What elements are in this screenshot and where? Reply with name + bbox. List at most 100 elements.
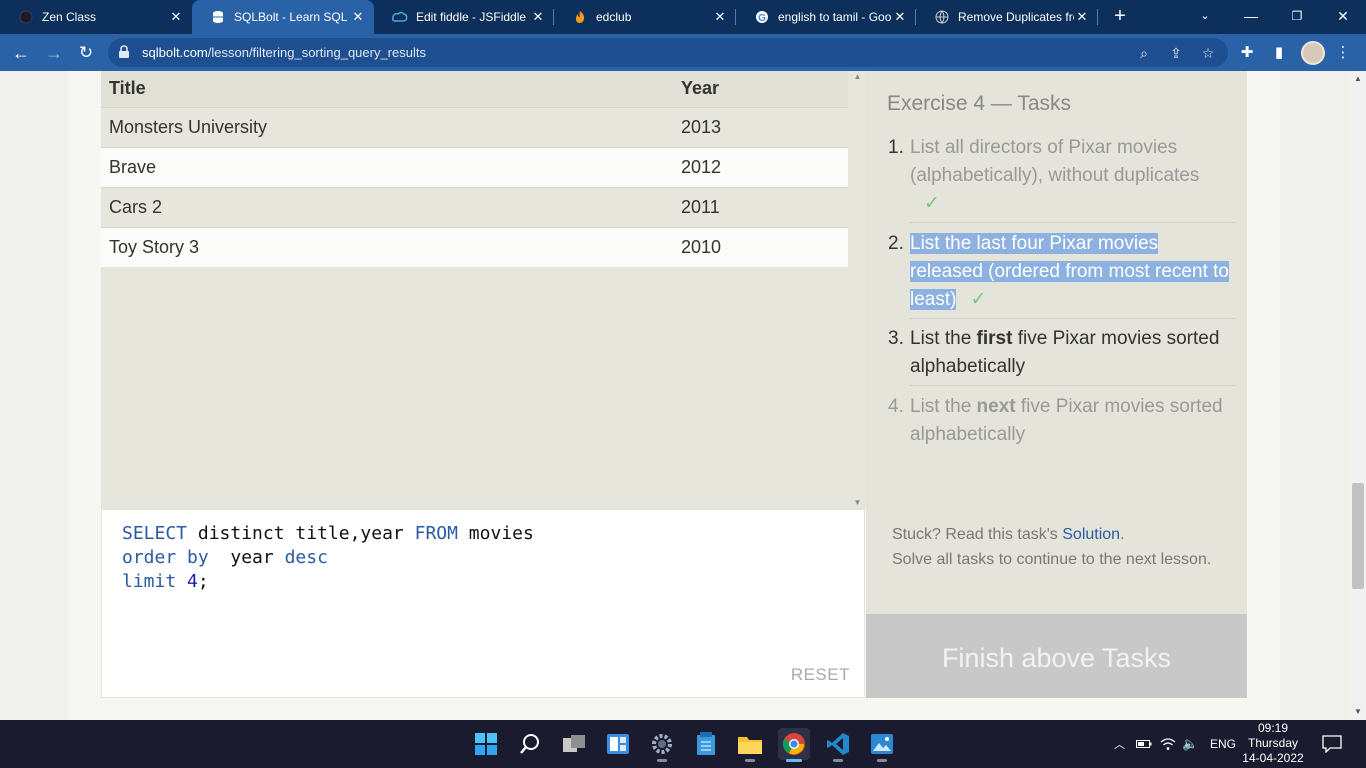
- database-icon: [210, 9, 226, 25]
- address-bar[interactable]: sqlbolt.com/lesson/filtering_sorting_que…: [108, 38, 1228, 67]
- task-item-4: 4. List the next five Pixar movies sorte…: [888, 393, 1236, 449]
- tab-jsfiddle[interactable]: Edit fiddle - JSFiddle - ✕: [374, 0, 554, 34]
- side-panel-icon[interactable]: ▮: [1268, 42, 1290, 64]
- table-header-row: Title Year: [101, 71, 848, 107]
- restore-icon[interactable]: ❐: [1274, 0, 1320, 34]
- settings-gear-icon[interactable]: [646, 728, 678, 762]
- scroll-up-arrow-icon[interactable]: ▲: [849, 71, 866, 83]
- sql-keyword: SELECT: [122, 523, 188, 544]
- scroll-down-arrow-icon[interactable]: ▼: [1350, 704, 1366, 720]
- battery-icon[interactable]: [1136, 720, 1152, 768]
- google-icon: G: [754, 9, 770, 25]
- notifications-icon[interactable]: [1322, 720, 1342, 768]
- back-arrow-icon[interactable]: ←: [8, 40, 34, 66]
- scroll-up-arrow-icon[interactable]: ▲: [1350, 71, 1366, 87]
- solution-link[interactable]: Solution: [1062, 526, 1120, 543]
- menu-kebab-icon[interactable]: ⋮: [1332, 42, 1354, 64]
- cell-title: Toy Story 3: [101, 226, 673, 267]
- url-text: sqlbolt.com/lesson/filtering_sorting_que…: [142, 45, 426, 60]
- tab-strip: Zen Class ✕ SQLBolt - Learn SQL - ✕ Edit…: [0, 0, 1366, 34]
- wifi-icon[interactable]: [1160, 720, 1176, 768]
- finish-tasks-button[interactable]: Finish above Tasks: [866, 614, 1247, 698]
- sql-keyword: limit: [122, 571, 177, 592]
- taskbar: ︿ 🔈 ENG 09:19 Thursday 14-04-2022: [0, 720, 1366, 768]
- chrome-icon[interactable]: [778, 728, 810, 762]
- task-number: 1.: [888, 137, 904, 158]
- new-tab-button[interactable]: +: [1108, 4, 1132, 28]
- close-icon[interactable]: ✕: [530, 9, 546, 25]
- close-icon[interactable]: ✕: [168, 9, 184, 25]
- page-scrollbar[interactable]: ▲ ▼: [1350, 71, 1366, 720]
- sql-editor[interactable]: SELECT distinct title,year FROM movies o…: [101, 509, 865, 698]
- minimize-icon[interactable]: —: [1228, 0, 1274, 34]
- page-viewport: Title Year Monsters University 2013 Brav…: [0, 71, 1350, 720]
- sql-text: distinct title,year: [187, 523, 415, 544]
- tab-remove-duplicates[interactable]: Remove Duplicates fro ✕: [916, 0, 1098, 34]
- cell-title: Brave: [101, 146, 673, 187]
- lock-icon: [119, 45, 129, 58]
- search-icon[interactable]: [514, 728, 546, 760]
- widgets-icon[interactable]: [602, 728, 634, 760]
- photos-icon[interactable]: [866, 728, 898, 762]
- tab-zen-class[interactable]: Zen Class ✕: [0, 0, 192, 34]
- task-text-bold: first: [976, 328, 1013, 349]
- tab-title: edclub: [596, 10, 632, 24]
- task-text: List all directors of Pixar movies (alph…: [910, 137, 1200, 186]
- zoom-icon[interactable]: ⌕: [1134, 43, 1154, 63]
- share-icon[interactable]: ⇪: [1166, 43, 1186, 63]
- extensions-puzzle-icon[interactable]: ✚: [1236, 42, 1258, 64]
- task-view-icon[interactable]: [558, 728, 590, 760]
- forward-arrow-icon[interactable]: →: [41, 40, 67, 66]
- vscode-icon[interactable]: [822, 728, 854, 762]
- check-icon: ✓: [924, 193, 940, 214]
- scroll-down-arrow-icon[interactable]: ▼: [849, 497, 866, 509]
- notepad-icon[interactable]: [690, 728, 722, 760]
- language-indicator[interactable]: ENG: [1210, 720, 1236, 768]
- sql-text: ;: [197, 571, 209, 592]
- running-indicator: [786, 759, 802, 762]
- task-text: List the: [910, 328, 977, 349]
- file-explorer-icon[interactable]: [734, 728, 766, 762]
- cell-year: 2012: [673, 146, 848, 187]
- tab-title: Remove Duplicates fro: [958, 10, 1074, 24]
- url-path: /lesson/filtering_sorting_query_results: [207, 45, 426, 60]
- task-item-3: 3. List the first five Pixar movies sort…: [888, 325, 1236, 381]
- tab-title: SQLBolt - Learn SQL -: [234, 10, 350, 24]
- sql-code[interactable]: SELECT distinct title,year FROM movies o…: [122, 522, 534, 594]
- tab-edclub[interactable]: edclub ✕: [554, 0, 736, 34]
- avatar[interactable]: [1301, 41, 1325, 65]
- edclub-icon: [572, 9, 588, 25]
- close-icon[interactable]: ✕: [892, 9, 908, 25]
- task-divider: [909, 222, 1236, 223]
- reload-icon[interactable]: ↻: [73, 40, 99, 66]
- stuck-hint: Stuck? Read this task's Solution. Solve …: [892, 522, 1232, 572]
- close-icon[interactable]: ✕: [712, 9, 728, 25]
- bookmark-star-icon[interactable]: ☆: [1198, 43, 1218, 63]
- scrollbar-thumb[interactable]: [1352, 483, 1364, 589]
- window-close-icon[interactable]: ✕: [1320, 0, 1366, 34]
- results-scrollbar[interactable]: ▲ ▼: [849, 71, 866, 509]
- results-table: Title Year Monsters University 2013 Brav…: [101, 71, 848, 267]
- windows-start-icon[interactable]: [470, 728, 502, 760]
- tab-search-chevron-icon[interactable]: ⌄: [1182, 0, 1228, 34]
- task-number: 3.: [888, 328, 904, 349]
- running-indicator: [833, 759, 843, 762]
- table-row: Cars 2 2011: [101, 186, 848, 227]
- cell-year: 2010: [673, 226, 848, 267]
- clock-date: 14-04-2022: [1242, 751, 1304, 765]
- close-icon[interactable]: ✕: [350, 9, 366, 25]
- column-header-title: Title: [101, 71, 673, 107]
- running-indicator: [877, 759, 887, 762]
- clock[interactable]: 09:19 Thursday 14-04-2022: [1238, 721, 1308, 766]
- task-number: 2.: [888, 233, 904, 254]
- volume-icon[interactable]: 🔈: [1182, 720, 1198, 768]
- tab-sqlbolt[interactable]: SQLBolt - Learn SQL - ✕: [192, 0, 374, 34]
- reset-button[interactable]: RESET: [791, 665, 850, 685]
- solve-all-text: Solve all tasks to continue to the next …: [892, 551, 1212, 568]
- tray-chevron-icon[interactable]: ︿: [1114, 720, 1125, 768]
- sql-keyword: FROM: [414, 523, 458, 544]
- tab-google-translate[interactable]: G english to tamil - Goo ✕: [736, 0, 916, 34]
- task-text: List the: [910, 396, 977, 417]
- close-icon[interactable]: ✕: [1074, 9, 1090, 25]
